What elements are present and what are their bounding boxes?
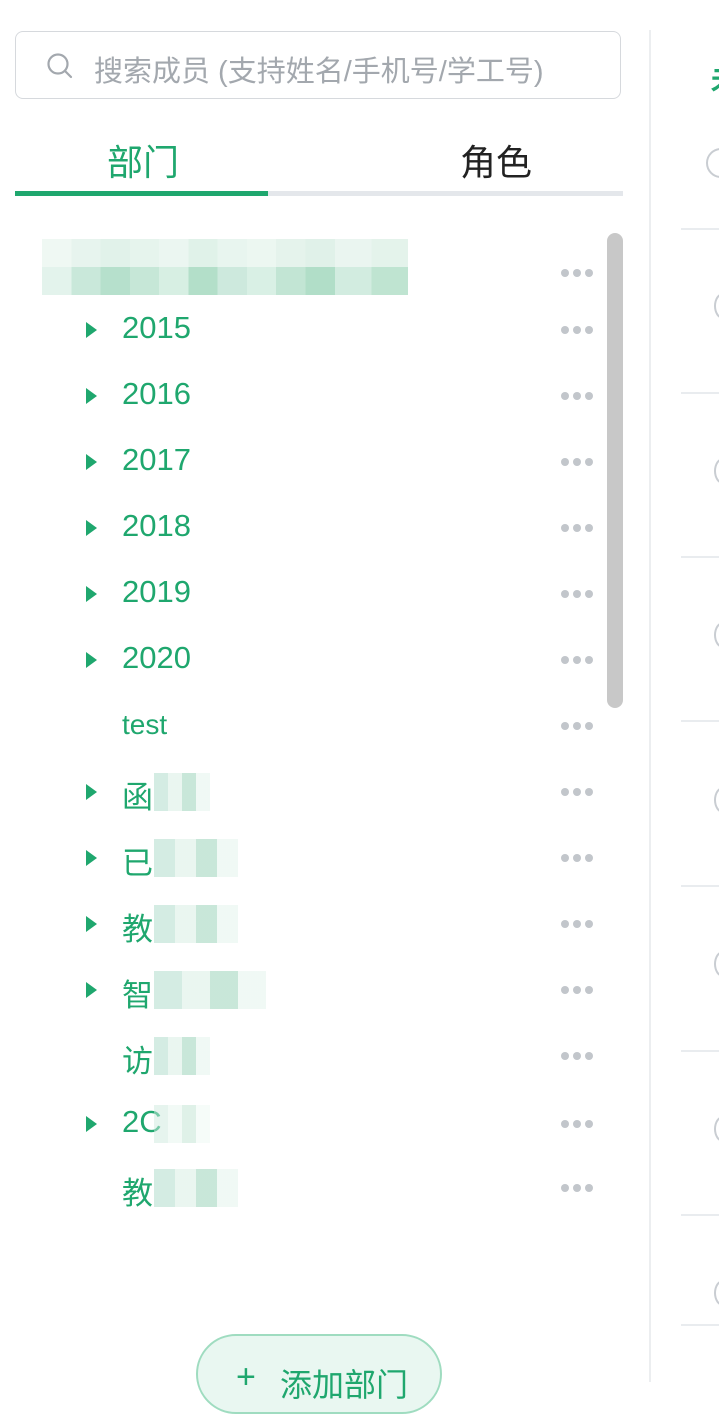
expand-arrow-icon[interactable] xyxy=(86,1116,97,1132)
expand-arrow-icon[interactable] xyxy=(86,982,97,998)
tree-item[interactable]: 2C xyxy=(0,1104,601,1145)
more-icon[interactable] xyxy=(561,585,601,605)
search-icon xyxy=(47,53,73,79)
expand-arrow-icon[interactable] xyxy=(86,454,97,470)
more-icon[interactable] xyxy=(561,651,601,671)
redacted-text xyxy=(154,971,266,1009)
row-divider xyxy=(681,1324,719,1326)
tree-item[interactable]: test xyxy=(0,707,600,747)
more-icon[interactable] xyxy=(561,387,601,407)
tree-item[interactable]: 函 xyxy=(0,773,601,815)
more-icon[interactable] xyxy=(561,519,601,539)
member-checkbox[interactable] xyxy=(714,1116,719,1142)
expand-arrow-icon[interactable] xyxy=(86,388,97,404)
tree-item[interactable]: 访 xyxy=(0,1037,601,1079)
expand-arrow-icon[interactable] xyxy=(86,520,97,536)
tree-item-label: test xyxy=(122,709,168,740)
tree-item-label: 2018 xyxy=(122,508,191,543)
row-divider xyxy=(681,1214,719,1216)
tab-roles[interactable]: 角色 xyxy=(460,134,532,186)
more-icon[interactable] xyxy=(561,915,601,935)
tree-item-label: 2019 xyxy=(122,574,191,609)
tree-item[interactable]: 2015 xyxy=(0,310,601,351)
more-icon[interactable] xyxy=(561,453,601,473)
tree-item[interactable]: 2020 xyxy=(0,640,601,681)
expand-arrow-icon[interactable] xyxy=(86,322,97,338)
member-checkbox[interactable] xyxy=(714,787,719,813)
redacted-text xyxy=(154,1037,210,1075)
more-icon[interactable] xyxy=(561,783,601,803)
expand-arrow-icon[interactable] xyxy=(86,784,97,800)
add-department-button[interactable]: + 添加部门 xyxy=(196,1334,442,1414)
more-icon[interactable] xyxy=(561,717,601,737)
member-search-input[interactable]: 搜索成员 (支持姓名/手机号/学工号) xyxy=(15,31,621,99)
tree-item[interactable]: 已 xyxy=(0,839,601,881)
member-panel-title: 未 xyxy=(711,55,719,99)
expand-arrow-icon[interactable] xyxy=(86,916,97,932)
member-checkbox[interactable] xyxy=(714,293,719,319)
tree-item[interactable]: 2018 xyxy=(0,508,601,549)
tree-item-label: 智 xyxy=(122,978,153,1013)
tab-active-indicator xyxy=(15,191,268,196)
expand-arrow-icon[interactable] xyxy=(86,652,97,668)
more-icon[interactable] xyxy=(561,264,601,284)
tree-item-label: 教 xyxy=(122,1176,153,1211)
tree-item[interactable]: 智 xyxy=(0,971,601,1013)
tab-departments[interactable]: 部门 xyxy=(107,134,179,186)
row-divider xyxy=(681,1050,719,1052)
tree-item[interactable]: 2017 xyxy=(0,442,601,483)
tree-scrollbar[interactable] xyxy=(607,233,623,708)
tree-root-item[interactable] xyxy=(0,239,601,296)
row-divider xyxy=(681,556,719,558)
row-divider xyxy=(681,720,719,722)
row-divider xyxy=(681,392,719,394)
row-divider xyxy=(681,228,719,230)
member-checkbox[interactable] xyxy=(714,1280,719,1306)
more-icon[interactable] xyxy=(561,981,601,1001)
more-icon[interactable] xyxy=(561,1115,601,1135)
redacted-text xyxy=(154,1105,210,1143)
tree-item-label: 已 xyxy=(122,846,153,881)
root-org-name-redacted xyxy=(42,239,408,295)
expand-arrow-icon[interactable] xyxy=(86,586,97,602)
redacted-text xyxy=(154,1169,238,1207)
redacted-text xyxy=(154,839,238,877)
member-checkbox[interactable] xyxy=(714,622,719,648)
tree-item-label: 2017 xyxy=(122,442,191,477)
more-icon[interactable] xyxy=(561,1047,601,1067)
member-checkbox[interactable] xyxy=(714,458,719,484)
add-department-label: 添加部门 xyxy=(280,1367,409,1403)
search-placeholder: 搜索成员 (支持姓名/手机号/学工号) xyxy=(94,56,544,88)
row-divider xyxy=(681,885,719,887)
tree-item-label: 函 xyxy=(122,780,153,815)
tree-item-label: 教 xyxy=(122,912,153,947)
member-list-panel: 未 xyxy=(651,0,719,1382)
department-panel: 搜索成员 (支持姓名/手机号/学工号) 部门 角色 2015 2016 2017 xyxy=(0,0,640,1414)
tab-bar: 部门 角色 xyxy=(15,130,623,198)
redacted-text xyxy=(154,905,238,943)
tree-item[interactable]: 2016 xyxy=(0,376,601,417)
tree-item[interactable]: 教 xyxy=(0,1169,601,1211)
redacted-text xyxy=(154,773,210,811)
tree-item[interactable]: 2019 xyxy=(0,574,601,615)
more-icon[interactable] xyxy=(561,321,601,341)
tree-item-label: 2016 xyxy=(122,376,191,411)
more-icon[interactable] xyxy=(561,1179,601,1199)
expand-arrow-icon[interactable] xyxy=(86,850,97,866)
tree-item-label: 2020 xyxy=(122,640,191,675)
plus-icon: + xyxy=(236,1358,256,1396)
select-all-checkbox[interactable] xyxy=(706,148,719,178)
tree-item-label: 访 xyxy=(122,1044,153,1079)
member-checkbox[interactable] xyxy=(714,951,719,977)
more-icon[interactable] xyxy=(561,849,601,869)
tree-item-label: 2015 xyxy=(122,310,191,345)
tree-item[interactable]: 教 xyxy=(0,905,601,947)
